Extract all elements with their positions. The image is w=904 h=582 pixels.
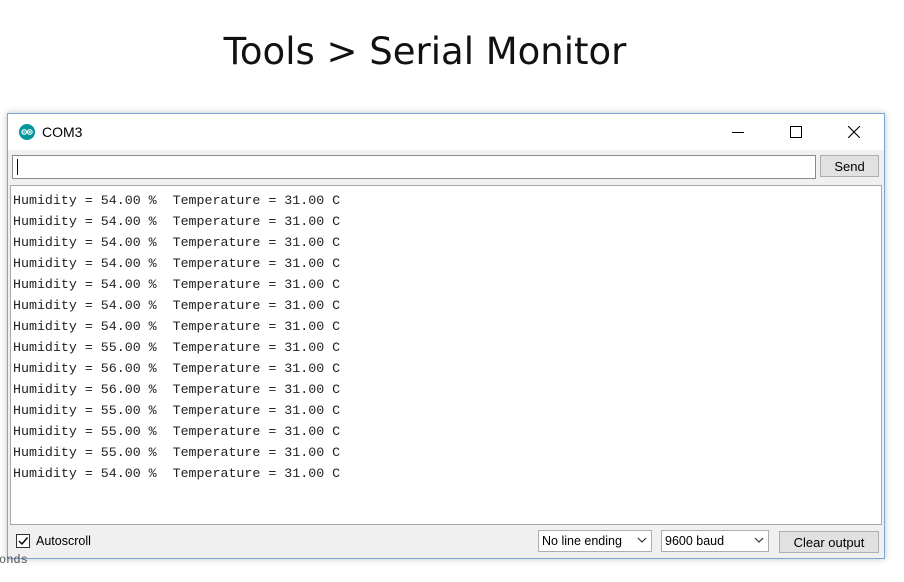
chevron-down-icon bbox=[754, 537, 764, 543]
output-line: Humidity = 54.00 % Temperature = 31.00 C bbox=[13, 193, 341, 208]
send-button[interactable]: Send bbox=[820, 155, 879, 177]
output-line: Humidity = 54.00 % Temperature = 31.00 C bbox=[13, 256, 341, 271]
arduino-icon bbox=[19, 124, 35, 140]
serial-input[interactable] bbox=[12, 155, 816, 179]
close-icon bbox=[848, 126, 860, 138]
maximize-button[interactable] bbox=[773, 114, 819, 150]
output-line: Humidity = 55.00 % Temperature = 31.00 C bbox=[13, 424, 341, 439]
line-ending-select[interactable]: No line ending bbox=[538, 530, 652, 552]
output-line: Humidity = 54.00 % Temperature = 31.00 C bbox=[13, 235, 341, 250]
title-bar[interactable]: COM3 bbox=[8, 114, 884, 150]
page-heading: Tools > Serial Monitor bbox=[223, 30, 627, 73]
output-line: Humidity = 54.00 % Temperature = 31.00 C bbox=[13, 277, 341, 292]
autoscroll-label: Autoscroll bbox=[36, 534, 91, 548]
output-line: Humidity = 54.00 % Temperature = 31.00 C bbox=[13, 214, 341, 229]
minimize-icon bbox=[732, 132, 744, 133]
baud-rate-value: 9600 baud bbox=[665, 534, 725, 548]
output-line: Humidity = 54.00 % Temperature = 31.00 C bbox=[13, 466, 341, 481]
output-line: Humidity = 56.00 % Temperature = 31.00 C bbox=[13, 361, 341, 376]
check-icon bbox=[18, 537, 29, 546]
output-line: Humidity = 54.00 % Temperature = 31.00 C bbox=[13, 319, 341, 334]
output-line: Humidity = 54.00 % Temperature = 31.00 C bbox=[13, 298, 341, 313]
serial-output[interactable]: Humidity = 54.00 % Temperature = 31.00 C… bbox=[10, 185, 882, 525]
background-text-fragment: onds bbox=[0, 553, 28, 567]
text-caret bbox=[17, 159, 18, 175]
bottom-bar: Autoscroll No line ending 9600 baud Clea… bbox=[8, 525, 884, 558]
autoscroll-checkbox[interactable] bbox=[16, 534, 30, 548]
baud-rate-select[interactable]: 9600 baud bbox=[661, 530, 769, 552]
output-line: Humidity = 55.00 % Temperature = 31.00 C bbox=[13, 340, 341, 355]
line-ending-value: No line ending bbox=[542, 534, 622, 548]
maximize-icon bbox=[790, 126, 802, 138]
serial-monitor-window: COM3 Send Humidity = 54.00 % Temperature… bbox=[7, 113, 885, 559]
window-title: COM3 bbox=[42, 124, 83, 140]
close-button[interactable] bbox=[831, 114, 877, 150]
send-row: Send bbox=[8, 150, 884, 184]
chevron-down-icon bbox=[637, 537, 647, 543]
clear-output-button[interactable]: Clear output bbox=[779, 531, 879, 553]
minimize-button[interactable] bbox=[715, 114, 761, 150]
output-line: Humidity = 55.00 % Temperature = 31.00 C bbox=[13, 403, 341, 418]
output-line: Humidity = 56.00 % Temperature = 31.00 C bbox=[13, 382, 341, 397]
output-line: Humidity = 55.00 % Temperature = 31.00 C bbox=[13, 445, 341, 460]
